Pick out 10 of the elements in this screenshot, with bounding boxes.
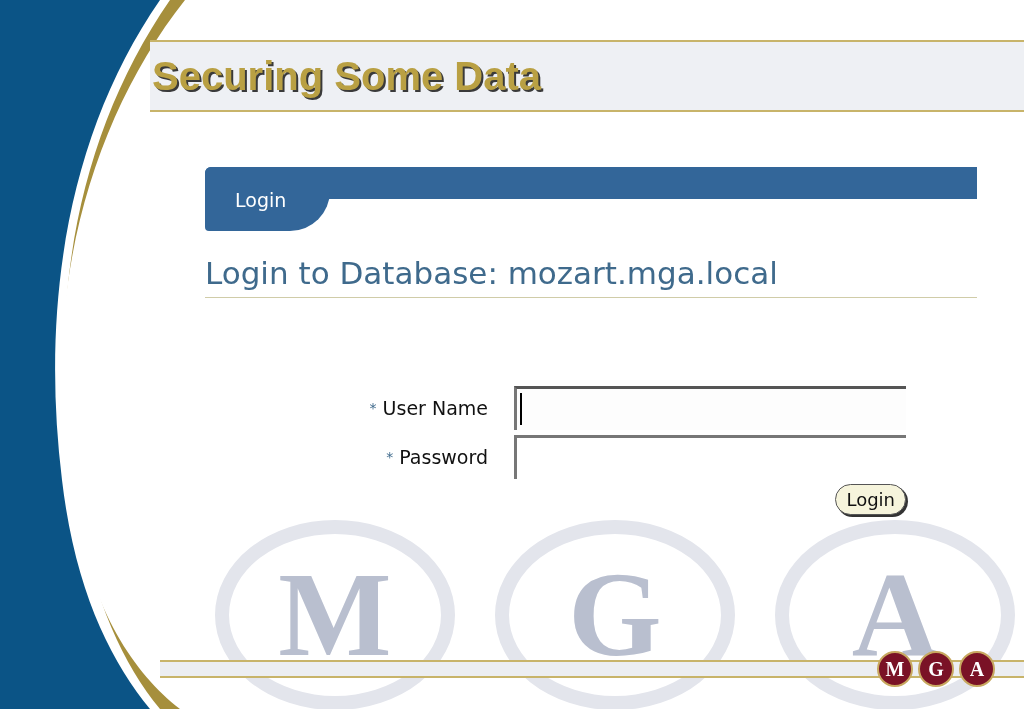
page-heading: Login to Database: mozart.mga.local bbox=[205, 255, 977, 298]
login-tab[interactable]: Login bbox=[205, 167, 330, 231]
required-mark: * bbox=[386, 449, 394, 465]
text-cursor bbox=[520, 393, 522, 425]
login-button[interactable]: Login bbox=[835, 484, 906, 515]
slide-title: Securing Some Data bbox=[152, 53, 541, 99]
required-mark: * bbox=[369, 400, 377, 416]
field-label: User Name bbox=[382, 397, 488, 419]
logo-letter: A bbox=[959, 651, 995, 687]
field-label: Password bbox=[399, 446, 488, 468]
